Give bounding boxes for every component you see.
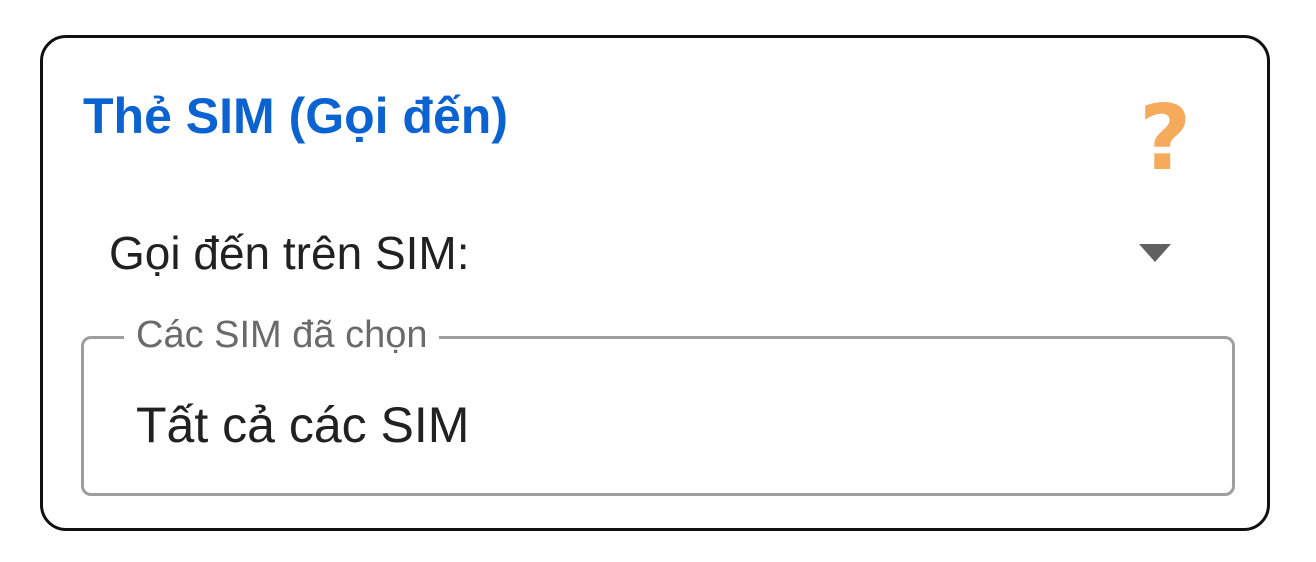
selected-sims-legend: Các SIM đã chọn [124,313,440,359]
selected-sims-value: Tất cả các SIM [136,397,470,453]
sim-incoming-card: Thẻ SIM (Gọi đến) ? Gọi đến trên SIM: Cá… [40,35,1270,531]
dropdown-arrow-icon[interactable] [1139,244,1171,262]
card-title: Thẻ SIM (Gọi đến) [83,88,508,144]
help-icon[interactable]: ? [1139,94,1191,184]
selected-sims-field[interactable]: Các SIM đã chọn Tất cả các SIM [81,313,1235,496]
selector-label: Gọi đến trên SIM: [109,227,470,279]
incoming-sim-selector[interactable]: Gọi đến trên SIM: [43,216,1267,288]
